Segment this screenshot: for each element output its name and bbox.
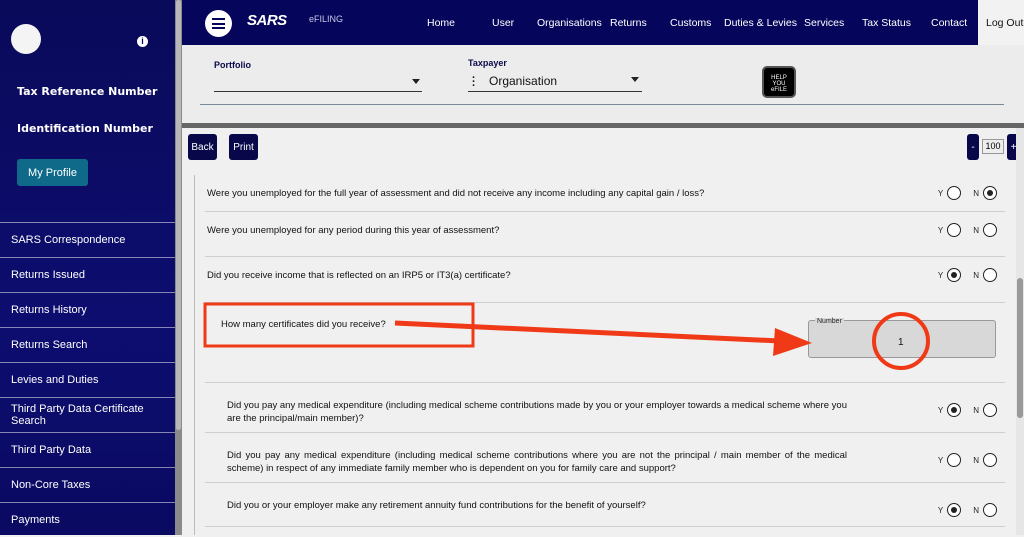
no-radio[interactable]	[983, 186, 997, 200]
sidebar-item-returns-history[interactable]: Returns History	[0, 292, 175, 327]
yes-radio[interactable]	[947, 268, 962, 282]
zoom-level[interactable]: 100	[982, 139, 1004, 154]
sidebar-item-sars-correspondence[interactable]: SARS Correspondence	[0, 222, 175, 257]
yes-no-radio-group: YN	[938, 503, 997, 517]
nav-user[interactable]: User	[492, 17, 514, 29]
no-label: N	[973, 225, 979, 235]
sidebar-item-returns-search[interactable]: Returns Search	[0, 327, 175, 362]
sidebar-item-third-party-data[interactable]: Third Party Data	[0, 432, 175, 467]
no-radio[interactable]	[983, 453, 997, 467]
portfolio-toolbar: Portfolio Taxpayer	[182, 45, 1024, 123]
organisation-label[interactable]: Organisation	[489, 74, 557, 88]
yes-label: Y	[937, 270, 944, 280]
no-label: N	[973, 270, 979, 280]
sars-logo: SARS	[247, 12, 287, 29]
no-radio[interactable]	[983, 223, 997, 237]
question-text: Did you pay any medical expenditure (inc…	[227, 400, 847, 424]
taxpayer-label: Taxpayer	[468, 58, 507, 68]
sidebar-item-levies-and-duties[interactable]: Levies and Duties	[0, 362, 175, 397]
question-row: Did you pay any medical expenditure (inc…	[205, 433, 1005, 483]
certificates-question: How many certificates did you receive?	[221, 319, 386, 330]
nav-customs[interactable]: Customs	[670, 17, 711, 29]
yes-radio[interactable]	[947, 403, 962, 417]
more-options-icon[interactable]: · · ·	[472, 73, 476, 92]
yes-radio[interactable]	[947, 453, 962, 467]
yes-label: Y	[937, 225, 944, 235]
yes-no-radio-group: YN	[938, 268, 997, 282]
taxpayer-caret-icon[interactable]	[631, 77, 639, 82]
portfolio-caret-icon[interactable]	[412, 79, 420, 84]
nav-duties-levies[interactable]: Duties & Levies	[724, 17, 797, 29]
portfolio-label: Portfolio	[214, 60, 251, 70]
no-radio[interactable]	[983, 403, 997, 417]
question-text: Did you pay any medical expenditure (inc…	[227, 450, 847, 474]
no-label: N	[973, 455, 979, 465]
logout-button[interactable]: Log Out	[978, 0, 1024, 45]
yes-label: Y	[937, 188, 944, 198]
question-row: Did you or your employer make any retire…	[205, 483, 1005, 527]
avatar	[11, 24, 41, 54]
sidebar-scrollbar[interactable]	[175, 0, 182, 535]
sidebar-item-third-party-data-certificate-search[interactable]: Third Party Data Certificate Search	[0, 397, 175, 432]
yes-radio[interactable]	[947, 223, 962, 237]
taxpayer-select[interactable]	[468, 91, 642, 92]
nav-returns[interactable]: Returns	[610, 17, 647, 29]
yes-radio[interactable]	[947, 503, 962, 517]
question-row: Did you pay any medical expenditure (inc…	[205, 383, 1005, 433]
number-field-label: Number	[815, 318, 844, 325]
sidebar-item-non-core-taxes[interactable]: Non-Core Taxes	[0, 467, 175, 502]
print-button[interactable]: Print	[229, 134, 258, 160]
identification-label: Identification Number	[17, 122, 153, 135]
content-scrollbar[interactable]	[1016, 128, 1024, 535]
sidebar-item-returns-issued[interactable]: Returns Issued	[0, 257, 175, 292]
question-text: Did you or your employer make any retire…	[227, 500, 646, 511]
section-divider	[182, 123, 1024, 128]
sidebar: i Tax Reference Number Identification Nu…	[0, 0, 175, 535]
sidebar-item-payments[interactable]: Payments	[0, 502, 175, 537]
help-you-efile-logo[interactable]: HELP YOU eFILE	[762, 66, 796, 98]
my-profile-button[interactable]: My Profile	[17, 159, 88, 186]
info-icon[interactable]: i	[137, 36, 148, 47]
nav-services[interactable]: Services	[804, 17, 844, 29]
certificates-number-field[interactable]: Number 1	[808, 318, 996, 358]
back-button[interactable]: Back	[188, 134, 217, 160]
no-label: N	[973, 505, 979, 515]
yes-no-radio-group: YN	[938, 223, 997, 237]
hamburger-menu-icon[interactable]	[205, 10, 232, 37]
tax-reference-label: Tax Reference Number	[17, 85, 158, 98]
question-row: Were you unemployed for any period durin…	[205, 212, 1005, 257]
question-text: Were you unemployed for any period durin…	[207, 225, 500, 236]
question-text: Did you receive income that is reflected…	[207, 270, 511, 281]
nav-contact[interactable]: Contact	[931, 17, 967, 29]
sidebar-menu: SARS Correspondence Returns Issued Returns…	[0, 222, 175, 537]
no-label: N	[973, 188, 979, 198]
efiling-logo: eFILING	[309, 14, 344, 24]
zoom-out-button[interactable]: -	[967, 134, 979, 160]
no-radio[interactable]	[983, 503, 997, 517]
yes-label: Y	[937, 405, 944, 415]
yes-radio[interactable]	[947, 186, 962, 200]
no-label: N	[973, 405, 979, 415]
nav-home[interactable]: Home	[427, 17, 455, 29]
toolbar-divider	[200, 104, 1004, 105]
question-row: Did you receive income that is reflected…	[205, 257, 1005, 303]
question-row: Were you unemployed for the full year of…	[205, 175, 1005, 212]
yes-no-radio-group: YN	[938, 453, 997, 467]
nav-organisations[interactable]: Organisations	[537, 17, 602, 29]
yes-label: Y	[937, 455, 944, 465]
yes-no-radio-group: YN	[938, 403, 997, 417]
no-radio[interactable]	[983, 268, 997, 282]
yes-no-radio-group: YN	[938, 186, 997, 200]
portfolio-select[interactable]	[214, 91, 422, 92]
number-field-value: 1	[898, 337, 904, 348]
question-text: Were you unemployed for the full year of…	[207, 188, 705, 199]
top-navbar: SARS eFILING Home User Organisations Return…	[182, 0, 1024, 45]
yes-label: Y	[937, 505, 944, 515]
nav-tax-status[interactable]: Tax Status	[862, 17, 911, 29]
